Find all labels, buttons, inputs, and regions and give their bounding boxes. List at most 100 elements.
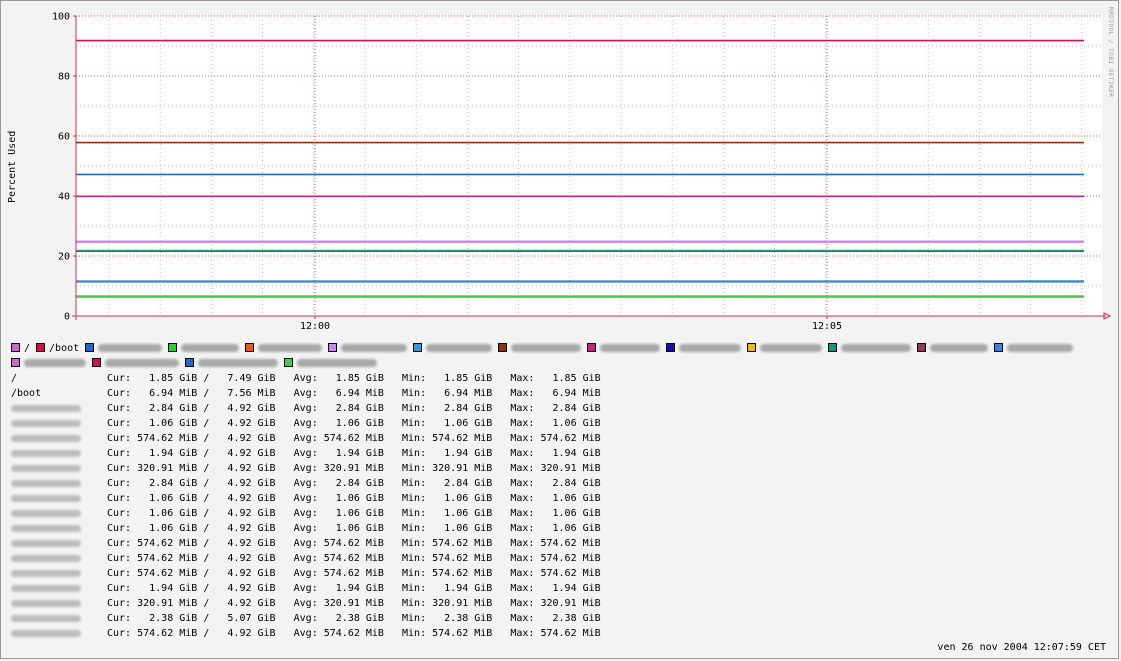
legend-item [747,341,823,356]
legend-item [828,341,912,356]
legend-swatch [413,343,423,352]
stats-row-label [11,476,107,491]
legend-item [11,356,86,371]
stats-row: Cur: 574.62 MiB / 4.92 GiB Avg: 574.62 M… [11,626,601,641]
stats-row-values: Cur: 574.62 MiB / 4.92 GiB Avg: 574.62 M… [107,568,601,579]
legend-item [587,341,661,356]
legend-swatch [168,343,178,352]
legend-item [85,341,163,356]
stats-label-redacted [11,629,81,637]
stats-row-values: Cur: 6.94 MiB / 7.56 MiB Avg: 6.94 MiB M… [107,388,601,399]
stats-row-label [11,491,107,506]
stats-row-label [11,611,107,626]
stats-row: Cur: 1.06 GiB / 4.92 GiB Avg: 1.06 GiB M… [11,491,601,506]
stats-row-values: Cur: 2.84 GiB / 4.92 GiB Avg: 2.84 GiB M… [107,478,601,489]
stats-row-label [11,596,107,611]
legend-label-redacted [341,344,408,352]
graph-frame: 0 20 40 60 80 100 12:00 12:05 Percent Used RRDT… [0,0,1119,659]
legend-label-redacted [181,344,240,352]
legend-label-redacted [98,344,163,352]
stats-row-values: Cur: 574.62 MiB / 4.92 GiB Avg: 574.62 M… [107,433,601,444]
y-tick-label: 100 [52,12,70,23]
stats-label-redacted [11,569,81,577]
stats-row-label [11,551,107,566]
legend-item: / [11,341,30,356]
stats-row-label [11,536,107,551]
legend-item [185,356,278,371]
stats-row-label [11,416,107,431]
stats-row: Cur: 574.62 MiB / 4.92 GiB Avg: 574.62 M… [11,431,601,446]
stats-row-label [11,521,107,536]
stats-row-label: / [11,373,18,384]
stats-label-redacted [11,584,81,592]
stats-label-redacted [11,479,81,487]
stats-label-redacted [11,614,81,622]
legend-item [92,356,179,371]
y-tick-label: 60 [58,132,70,143]
legend-swatch [36,343,46,352]
stats-label-redacted [11,449,81,457]
legend-label-redacted [841,344,912,352]
y-axis-label: Percent Used [7,130,18,203]
watermark: RRDTOOL / TOBI OETIKER [1107,7,1114,98]
legend-item: /boot [36,341,79,356]
stats-label-redacted [11,509,81,517]
stats-row-values: Cur: 2.38 GiB / 5.07 GiB Avg: 2.38 GiB M… [107,613,601,624]
legend-label-redacted [426,344,493,352]
stats-row: Cur: 2.38 GiB / 5.07 GiB Avg: 2.38 GiB M… [11,611,601,626]
stats-row-values: Cur: 1.06 GiB / 4.92 GiB Avg: 1.06 GiB M… [107,523,601,534]
legend-item [168,341,240,356]
stats-row: Cur: 2.84 GiB / 4.92 GiB Avg: 2.84 GiB M… [11,476,601,491]
legend-label: / [24,343,31,354]
stats-label-redacted [11,599,81,607]
legend-swatch [587,343,597,352]
stats-row-label [11,431,107,446]
legend: / /boot [11,341,1111,371]
legend-swatch [498,343,508,352]
stats-row: / Cur: 1.85 GiB / 7.49 GiB Avg: 1.85 GiB … [11,371,601,386]
legend-swatch [245,343,255,352]
stats-row: Cur: 320.91 MiB / 4.92 GiB Avg: 320.91 M… [11,461,601,476]
legend-item [245,341,323,356]
stats-row: Cur: 574.62 MiB / 4.92 GiB Avg: 574.62 M… [11,566,601,581]
legend-label: /boot [49,343,80,354]
legend-swatch [284,358,293,367]
stats-label-redacted [11,524,81,532]
legend-item [666,341,742,356]
stats-row-values: Cur: 1.94 GiB / 4.92 GiB Avg: 1.94 GiB M… [107,448,601,459]
legend-item [284,356,377,371]
stats-row: Cur: 574.62 MiB / 4.92 GiB Avg: 574.62 M… [11,536,601,551]
chart: 0 20 40 60 80 100 12:00 12:05 [52,12,1112,332]
x-tick-label: 12:00 [300,321,330,332]
legend-item [994,341,1074,356]
stats-row-label [11,626,107,641]
legend-item [328,341,408,356]
legend-label-redacted [511,344,582,352]
stats-row: Cur: 2.84 GiB / 4.92 GiB Avg: 2.84 GiB M… [11,401,601,416]
stats-row-values: Cur: 1.06 GiB / 4.92 GiB Avg: 1.06 GiB M… [107,493,601,504]
legend-label-redacted [600,344,661,352]
stats-row: Cur: 1.06 GiB / 4.92 GiB Avg: 1.06 GiB M… [11,506,601,521]
legend-swatch [185,358,194,367]
legend-swatch [666,343,676,352]
stats-row-label [11,446,107,461]
stats-row-label [11,581,107,596]
legend-item [917,341,989,356]
stats-row-values: Cur: 1.85 GiB / 7.49 GiB Avg: 1.85 GiB M… [107,373,601,384]
stats-row-label [11,401,107,416]
stats-row-values: Cur: 320.91 MiB / 4.92 GiB Avg: 320.91 M… [107,463,601,474]
stats-row: Cur: 574.62 MiB / 4.92 GiB Avg: 574.62 M… [11,551,601,566]
stats-row: Cur: 1.94 GiB / 4.92 GiB Avg: 1.94 GiB M… [11,581,601,596]
legend-swatch [828,343,838,352]
y-tick-label: 40 [58,192,70,203]
y-tick-label: 0 [64,312,70,323]
y-tick-label: 20 [58,252,70,263]
stats-row-values: Cur: 574.62 MiB / 4.92 GiB Avg: 574.62 M… [107,553,601,564]
stats-row-label: /boot [11,388,42,399]
stats-row-label [11,566,107,581]
legend-swatch [11,358,20,367]
legend-label-redacted [930,344,989,352]
legend-label-redacted [198,359,278,367]
stats-label-redacted [11,464,81,472]
legend-label-redacted [258,344,323,352]
